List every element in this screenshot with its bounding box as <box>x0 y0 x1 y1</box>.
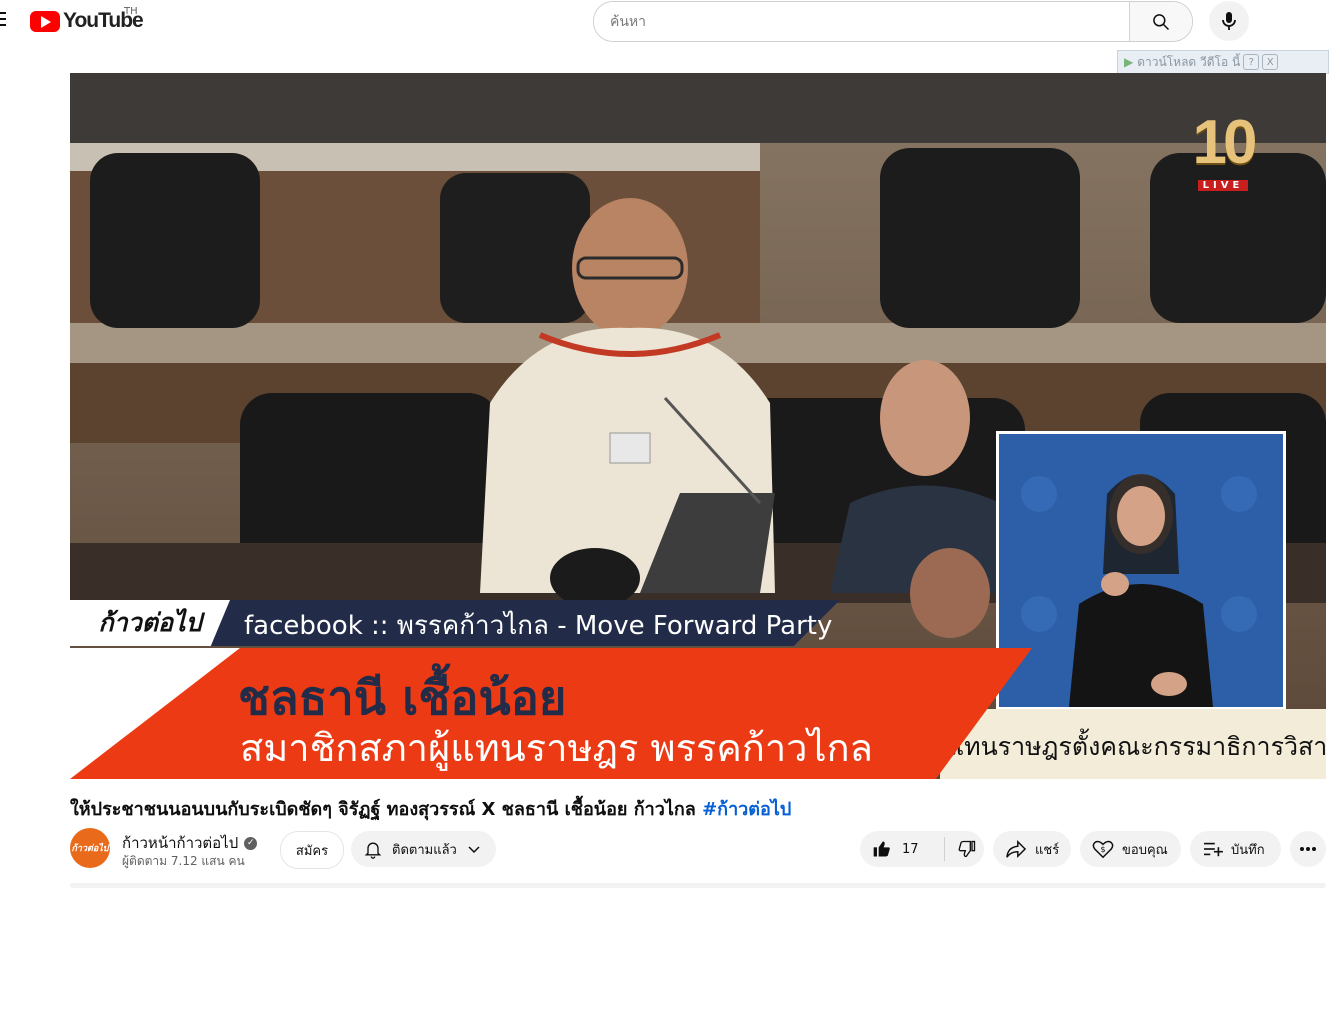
save-button[interactable]: บันทึก <box>1190 831 1281 867</box>
speaker-role: สมาชิกสภาผู้แทนราษฎร พรรคก้าวไกล <box>240 726 873 770</box>
download-label: ดาวน์โหลด วีดีโอ นี้ <box>1137 54 1241 69</box>
logo-region: TH <box>124 6 138 17</box>
more-actions-button[interactable] <box>1290 831 1326 867</box>
youtube-logo-icon <box>30 10 60 32</box>
save-label: บันทึก <box>1231 842 1265 858</box>
play-icon: ▶ <box>1124 55 1134 69</box>
download-video-bar[interactable]: ▶ ดาวน์โหลด วีดีโอ นี้ ? X <box>1117 50 1329 74</box>
channel-10-live-badge: 10 LIVE <box>1187 108 1259 192</box>
dislike-button[interactable] <box>945 839 977 859</box>
avatar-text: ก้าวต่อไป <box>71 844 109 854</box>
ticker-text: แทนราษฎรตั้งคณะกรรมาธิการวิสา <box>948 732 1326 761</box>
subscribed-button[interactable]: ติดตามแล้ว <box>351 831 496 867</box>
thanks-label: ขอบคุณ <box>1122 842 1168 858</box>
show-logo-badge: ก้าวต่อไป <box>70 600 230 646</box>
thanks-heart-icon: $ <box>1092 840 1114 859</box>
sign-language-interpreter-window <box>996 431 1286 710</box>
help-icon[interactable]: ? <box>1243 54 1260 70</box>
like-count: 17 <box>902 841 919 857</box>
subscriber-count: ผู้ติดตาม 7.12 แสน คน <box>122 854 245 868</box>
channel-number: 10 <box>1192 108 1258 177</box>
thanks-button[interactable]: $ ขอบคุณ <box>1080 831 1181 867</box>
voice-search-button[interactable] <box>1209 1 1249 41</box>
search-icon <box>1153 13 1170 30</box>
bell-icon <box>364 842 382 859</box>
search-button[interactable] <box>1129 2 1192 41</box>
share-icon <box>1006 839 1027 859</box>
video-title: ให้ประชาชนนอนบนกับระเบิดชัดๆ จิรัฏฐ์ ทอง… <box>70 794 791 823</box>
chevron-down-icon <box>468 846 480 854</box>
join-button[interactable]: สมัคร <box>280 831 344 869</box>
verified-check-icon: ✓ <box>244 836 258 850</box>
share-button[interactable]: แชร์ <box>993 831 1071 867</box>
thumbs-up-icon <box>873 841 890 857</box>
search-bar <box>593 1 1193 42</box>
interpreter-image <box>999 434 1283 707</box>
playlist-add-icon <box>1204 842 1223 857</box>
join-label: สมัคร <box>295 843 329 859</box>
thumbs-down-icon <box>958 840 976 858</box>
facebook-line: facebook :: พรรคก้าวไกล - Move Forward P… <box>244 611 833 641</box>
hashtag-link[interactable]: #ก้าวต่อไป <box>702 799 791 820</box>
search-input[interactable] <box>594 2 1129 41</box>
like-button[interactable]: 17 <box>860 839 944 859</box>
close-icon[interactable]: X <box>1262 54 1279 70</box>
mic-icon <box>1222 12 1236 30</box>
svg-text:$: $ <box>1100 844 1105 854</box>
more-horizontal-icon <box>1300 847 1316 851</box>
menu-icon[interactable] <box>0 12 6 30</box>
subscribed-label: ติดตามแล้ว <box>392 842 457 858</box>
video-player[interactable]: 10 LIVE แทนราษฎรตั้งคณะกรรมาธิการวิสา ชล… <box>70 73 1326 779</box>
description-box-edge <box>70 883 1326 888</box>
live-label: LIVE <box>1197 180 1249 191</box>
channel-avatar[interactable]: ก้าวต่อไป <box>70 828 110 868</box>
like-dislike-group: 17 <box>860 831 984 867</box>
share-label: แชร์ <box>1035 842 1060 858</box>
video-title-text: ให้ประชาชนนอนบนกับระเบิดชัดๆ จิรัฏฐ์ ทอง… <box>70 799 696 820</box>
